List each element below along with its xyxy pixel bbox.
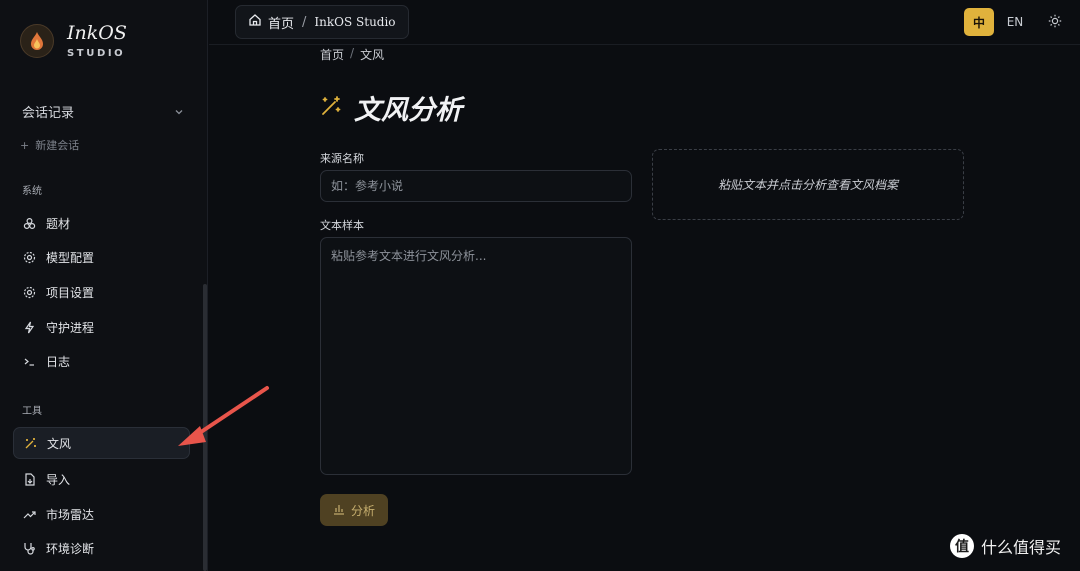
magic-wand-icon (320, 95, 342, 121)
gear-icon (23, 286, 36, 299)
watermark-logo-icon: 值 (950, 534, 974, 558)
trend-icon (23, 508, 36, 521)
page-breadcrumb: 首页 / 文风 (320, 46, 384, 63)
page-title: 文风分析 (354, 95, 462, 126)
sidebar-item-env-diagnosis[interactable]: 环境诊断 (13, 532, 190, 564)
terminal-icon (23, 355, 36, 368)
tools-section-label: 工具 (22, 406, 42, 417)
gear-icon (23, 251, 36, 264)
home-icon[interactable] (248, 13, 262, 31)
sidebar-item-label: 日志 (46, 354, 71, 369)
text-sample-input[interactable] (320, 237, 632, 475)
material-icon (23, 217, 36, 230)
source-name-label: 来源名称 (320, 152, 364, 165)
brand[interactable]: InkOS STUDIO (20, 22, 127, 59)
top-crumb-home[interactable]: 首页 (268, 13, 294, 32)
page-crumb-home[interactable]: 首页 (320, 46, 344, 63)
top-breadcrumb: 首页 / InkOS Studio (235, 5, 409, 39)
sidebar-item-label: 导入 (46, 472, 71, 487)
sidebar-item-material[interactable]: 题材 (13, 207, 190, 239)
sidebar-item-logs[interactable]: 日志 (13, 345, 190, 377)
sidebar-item-label: 题材 (46, 216, 71, 231)
brand-name: InkOS (67, 22, 127, 44)
source-name-input[interactable] (320, 170, 632, 202)
sidebar-item-project-settings[interactable]: 项目设置 (13, 276, 190, 308)
text-sample-label: 文本样本 (320, 219, 364, 232)
language-switcher: 中 EN (964, 8, 1068, 36)
sidebar-item-import[interactable]: 导入 (13, 463, 190, 495)
sidebar-item-label: 守护进程 (46, 320, 95, 335)
sidebar-item-style[interactable]: 文风 (13, 427, 190, 459)
sidebar-item-label: 文风 (47, 436, 72, 451)
top-divider (209, 44, 1080, 45)
annotation-arrow-icon (178, 386, 269, 446)
system-section-label: 系统 (22, 186, 42, 197)
watermark-text: 什么值得买 (981, 538, 1062, 557)
sidebar-item-label: 市场雷达 (46, 507, 95, 522)
sidebar-item-label: 项目设置 (46, 285, 95, 300)
result-hint-text: 粘贴文本并点击分析查看文风档案 (717, 178, 898, 192)
watermark: 值 什么值得买 (950, 534, 1061, 558)
theme-toggle-button[interactable] (1042, 9, 1068, 35)
page-crumb-separator: / (350, 46, 355, 60)
stethoscope-icon (23, 542, 36, 555)
top-crumb-studio[interactable]: InkOS Studio (314, 15, 395, 29)
new-chat-button[interactable]: + 新建会话 (20, 137, 79, 153)
top-crumb-separator: / (302, 14, 307, 30)
lang-en-button[interactable]: EN (1000, 8, 1030, 36)
flame-logo-icon (20, 23, 54, 58)
magic-wand-icon (24, 437, 37, 450)
sessions-toggle[interactable]: 会话记录 (22, 102, 184, 121)
bar-chart-icon (333, 503, 345, 518)
sidebar: InkOS STUDIO 会话记录 + 新建会话 系统 题材 模型配置 项目设置 (0, 0, 208, 571)
page-header: 文风分析 (320, 88, 462, 127)
analyze-button[interactable]: 分析 (320, 494, 388, 526)
plus-icon: + (20, 138, 30, 152)
style-profile-placeholder: 粘贴文本并点击分析查看文风档案 (652, 149, 964, 220)
import-file-icon (23, 472, 36, 486)
analyze-button-label: 分析 (350, 503, 375, 518)
sidebar-item-model-config[interactable]: 模型配置 (13, 241, 190, 273)
sessions-title: 会话记录 (22, 106, 75, 121)
page-crumb-current: 文风 (360, 48, 385, 62)
sun-icon (1048, 13, 1062, 32)
sidebar-item-market-radar[interactable]: 市场雷达 (13, 498, 190, 530)
brand-subtitle: STUDIO (67, 48, 126, 59)
lang-zh-button[interactable]: 中 (964, 8, 994, 36)
sidebar-item-daemon[interactable]: 守护进程 (13, 311, 190, 343)
new-chat-label: 新建会话 (35, 139, 80, 152)
sidebar-item-label: 环境诊断 (46, 541, 95, 556)
lightning-icon (23, 321, 36, 334)
sidebar-item-label: 模型配置 (46, 250, 95, 265)
chevron-down-icon (174, 102, 184, 121)
